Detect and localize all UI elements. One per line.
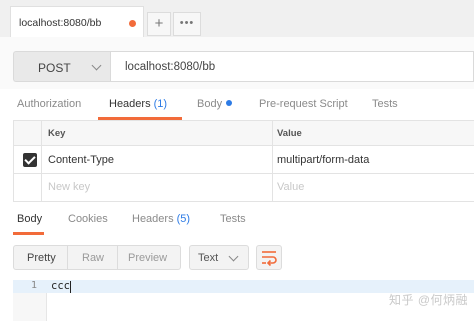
watermark: 知乎 @何炳融 [389,293,469,307]
method-select[interactable]: POST [13,51,110,82]
response-tab-headers-label: Headers [132,213,174,225]
response-tab-headers[interactable]: Headers (5) [132,213,190,225]
divider [117,246,118,269]
line-number: 1 [31,280,38,291]
url-text: localhost:8080/bb [125,61,216,73]
divider [67,246,68,269]
headers-table-header [14,121,474,146]
tab-authorization[interactable]: Authorization [17,98,81,110]
headers-table: Key Value Content-Type multipart/form-da… [13,120,474,202]
view-mode-group: Pretty Raw Preview [13,245,181,270]
column-key: Key [48,128,66,139]
unsaved-dot-icon [129,20,136,27]
request-tab-strip: localhost:8080/bb + ••• [0,0,474,38]
row-divider [14,173,474,174]
checkmark-icon [23,153,36,165]
request-tab[interactable]: localhost:8080/bb [10,6,144,37]
text-cursor [70,281,71,293]
body-modified-dot-icon [226,100,233,106]
new-key-input[interactable]: New key [48,181,90,193]
response-tab-body[interactable]: Body [17,213,42,225]
header-key-cell[interactable]: Content-Type [48,154,114,166]
format-label: Text [198,252,219,264]
active-response-tab-underline [13,232,44,235]
header-value-cell[interactable]: multipart/form-data [277,154,369,166]
pretty-button[interactable]: Pretty [27,252,56,264]
new-value-input[interactable]: Value [277,181,304,193]
tab-body[interactable]: Body [197,98,233,110]
column-divider [41,121,42,201]
response-tab-headers-count: (5) [176,213,191,225]
column-divider [272,121,273,201]
response-tab-cookies[interactable]: Cookies [68,213,108,225]
response-tab-tests[interactable]: Tests [220,213,246,225]
ellipsis-icon[interactable]: ••• [173,12,201,36]
tab-headers-label: Headers [109,98,151,110]
column-value: Value [277,128,302,139]
tab-body-label: Body [197,98,223,110]
method-label: POST [38,61,71,75]
header-row-checkbox[interactable] [23,153,37,167]
format-select[interactable]: Text [189,245,249,270]
preview-button[interactable]: Preview [128,252,167,264]
request-tab-label: localhost:8080/bb [19,17,102,29]
chevron-down-icon [91,60,102,71]
wrap-lines-icon [262,251,277,267]
tab-tests[interactable]: Tests [372,98,398,110]
raw-button[interactable]: Raw [82,252,104,264]
tab-headers-count: (1) [153,98,168,110]
plus-icon[interactable]: + [147,12,171,36]
wrap-lines-button[interactable] [256,245,282,270]
url-input[interactable]: localhost:8080/bb [110,51,474,82]
tab-headers[interactable]: Headers (1) [109,98,167,110]
chevron-down-icon [228,251,239,262]
tab-pre-request-script[interactable]: Pre-request Script [259,98,348,110]
code-line: ccc [51,280,70,292]
